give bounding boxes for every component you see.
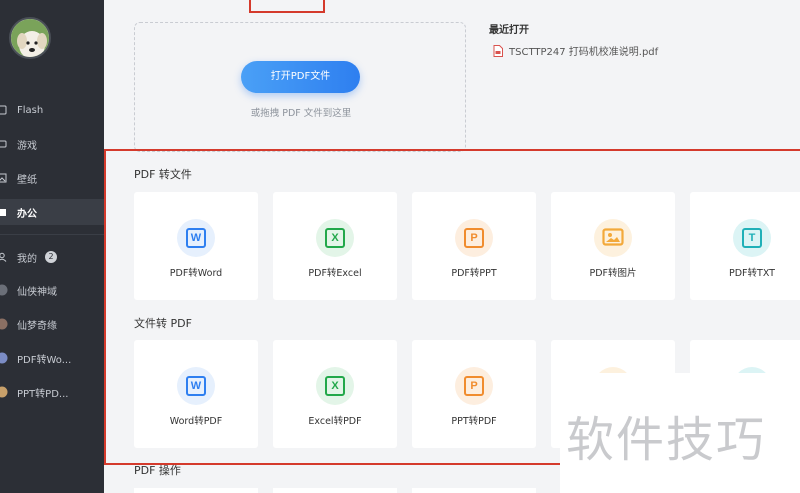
flash-icon	[0, 104, 8, 116]
sidebar-item-label: 我的	[17, 253, 37, 265]
excel-icon: X	[316, 219, 354, 257]
sidebar-item-ppt-to-pdf[interactable]: PPT转PD...	[0, 379, 104, 405]
card-label: Excel转PDF	[308, 416, 362, 427]
image-icon	[594, 219, 632, 257]
avatar[interactable]	[9, 17, 51, 59]
card-pdf-to-excel[interactable]: X PDF转Excel	[273, 192, 397, 300]
pdf-dropzone[interactable]: 打开PDF文件 或拖拽 PDF 文件到这里	[134, 22, 466, 152]
section-title-pdf-operations: PDF 操作	[134, 464, 181, 477]
card-label: PDF转Word	[169, 268, 223, 279]
card-partial[interactable]	[273, 488, 397, 493]
wallpaper-icon	[0, 172, 8, 184]
ppt-icon: P	[455, 367, 493, 405]
word-icon: W	[177, 367, 215, 405]
sidebar-item-pdf-to-word[interactable]: PDF转Wo...	[0, 345, 104, 371]
excel-icon: X	[316, 367, 354, 405]
card-label: PDF转Excel	[308, 268, 362, 279]
card-pdf-to-word[interactable]: W PDF转Word	[134, 192, 258, 300]
card-excel-to-pdf[interactable]: X Excel转PDF	[273, 340, 397, 448]
sidebar-item-xianmeng[interactable]: 仙梦奇缘	[0, 311, 104, 337]
app-avatar-icon	[0, 352, 8, 364]
highlight-box-top	[249, 0, 325, 13]
sidebar-item-label: 游戏	[17, 140, 37, 152]
card-pdf-to-txt[interactable]: T PDF转TXT	[690, 192, 800, 300]
recent-file-item[interactable]: TSCTTP247 打码机校准说明.pdf	[493, 43, 658, 58]
card-label: PDF转图片	[589, 268, 637, 279]
sidebar-item-label: 仙侠神域	[17, 286, 57, 298]
txt-icon: T	[733, 219, 771, 257]
sidebar-item-office[interactable]: 办公	[0, 199, 104, 225]
sidebar-item-games[interactable]: 游戏	[0, 131, 104, 157]
sidebar-item-label: PPT转PD...	[17, 388, 69, 400]
user-icon	[0, 251, 8, 263]
sidebar-item-flash[interactable]: Flash	[0, 97, 104, 123]
open-pdf-button[interactable]: 打开PDF文件	[241, 61, 360, 93]
word-icon: W	[177, 219, 215, 257]
card-pdf-to-image[interactable]: PDF转图片	[551, 192, 675, 300]
sidebar: Flash 游戏 壁纸 办公 我的 2 仙侠神域 仙梦奇缘 PDF转Wo... …	[0, 0, 104, 493]
card-partial[interactable]	[412, 488, 536, 493]
office-icon	[0, 206, 8, 218]
recent-file-name: TSCTTP247 打码机校准说明.pdf	[509, 47, 659, 58]
gamepad-icon	[0, 138, 8, 150]
game-avatar-icon	[0, 318, 8, 330]
sidebar-item-wallpaper[interactable]: 壁纸	[0, 165, 104, 191]
card-partial[interactable]	[134, 488, 258, 493]
card-word-to-pdf[interactable]: W Word转PDF	[134, 340, 258, 448]
card-pdf-to-ppt[interactable]: P PDF转PPT	[412, 192, 536, 300]
recent-title: 最近打开	[489, 25, 529, 36]
sidebar-item-label: 壁纸	[17, 174, 37, 186]
sidebar-item-label: PDF转Wo...	[17, 354, 72, 366]
sidebar-item-label: Flash	[17, 104, 44, 116]
card-label: PDF转PPT	[451, 268, 497, 279]
dog-avatar-icon	[11, 19, 49, 57]
ppt-icon: P	[455, 219, 493, 257]
sidebar-item-mine[interactable]: 我的 2	[0, 244, 104, 270]
sidebar-item-label: 办公	[17, 208, 37, 220]
game-avatar-icon	[0, 284, 8, 296]
section-title-file-to-pdf: 文件转 PDF	[134, 317, 192, 330]
card-label: Word转PDF	[169, 416, 223, 427]
watermark-text: 软件技巧	[566, 412, 767, 468]
drop-hint: 或拖拽 PDF 文件到这里	[250, 108, 352, 119]
section-title-pdf-to-file: PDF 转文件	[134, 168, 192, 181]
card-ppt-to-pdf[interactable]: P PPT转PDF	[412, 340, 536, 448]
app-avatar-icon	[0, 386, 8, 398]
sidebar-item-xianxia[interactable]: 仙侠神域	[0, 277, 104, 303]
pdf-file-icon	[493, 44, 503, 57]
card-label: PDF转TXT	[729, 268, 775, 279]
sidebar-divider	[0, 234, 104, 235]
card-label: PPT转PDF	[451, 416, 497, 427]
sidebar-item-label: 仙梦奇缘	[17, 320, 57, 332]
notification-badge: 2	[45, 251, 57, 263]
